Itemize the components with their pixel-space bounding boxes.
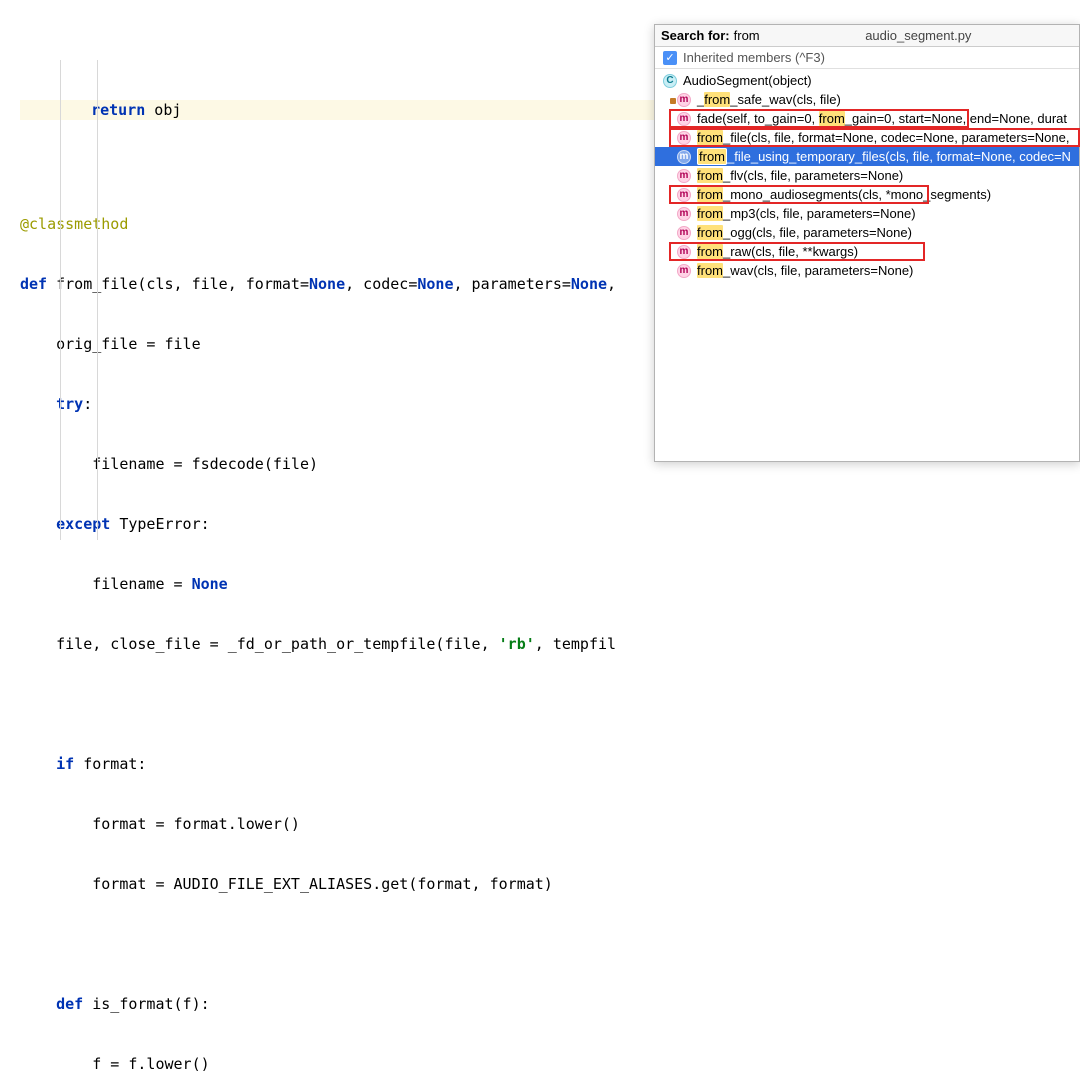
inherited-members-label: Inherited members (^F3): [683, 50, 825, 65]
method-icon: m: [677, 112, 691, 126]
popup-filename: audio_segment.py: [764, 28, 1073, 43]
result-label: AudioSegment(object): [683, 73, 812, 88]
inherited-members-row[interactable]: ✓ Inherited members (^F3): [655, 47, 1079, 69]
code-line: filename = None: [20, 574, 1080, 594]
method-icon: m: [677, 226, 691, 240]
popup-header: Search for: from audio_segment.py: [655, 25, 1079, 47]
structure-popup: Search for: from audio_segment.py ✓ Inhe…: [654, 24, 1080, 462]
code-line: except TypeError:: [20, 514, 1080, 534]
result-method[interactable]: m from_mono_audiosegments(cls, *mono_segm…: [655, 185, 1079, 204]
result-label: from_mp3(cls, file, parameters=None): [697, 206, 916, 221]
result-method[interactable]: m from_file_using_temporary_files(cls, fi…: [655, 147, 1079, 166]
code-line: format = format.lower(): [20, 814, 1080, 834]
result-label: from_mono_audiosegments(cls, *mono_segme…: [697, 187, 991, 202]
result-class[interactable]: C AudioSegment(object): [655, 71, 1079, 90]
result-method[interactable]: m from_raw(cls, file, **kwargs): [655, 242, 1079, 261]
class-icon: C: [663, 74, 677, 88]
search-term: from: [734, 28, 760, 43]
code-line: if format:: [20, 754, 1080, 774]
result-method[interactable]: m from_mp3(cls, file, parameters=None): [655, 204, 1079, 223]
search-for-label: Search for:: [661, 28, 730, 43]
method-icon: m: [677, 93, 691, 107]
result-label: from_flv(cls, file, parameters=None): [697, 168, 903, 183]
method-icon: m: [677, 245, 691, 259]
method-icon: m: [677, 131, 691, 145]
result-label: fade(self, to_gain=0, from_gain=0, start…: [697, 111, 1067, 126]
checkbox-checked-icon[interactable]: ✓: [663, 51, 677, 65]
result-label: from_file(cls, file, format=None, codec=…: [697, 130, 1069, 145]
result-label: from_ogg(cls, file, parameters=None): [697, 225, 912, 240]
result-label: from_raw(cls, file, **kwargs): [697, 244, 858, 259]
result-method[interactable]: m from_file(cls, file, format=None, codec…: [655, 128, 1079, 147]
result-label: from_wav(cls, file, parameters=None): [697, 263, 913, 278]
method-icon: m: [677, 264, 691, 278]
method-icon: m: [677, 150, 691, 164]
result-method[interactable]: m fade(self, to_gain=0, from_gain=0, star…: [655, 109, 1079, 128]
code-line: format = AUDIO_FILE_EXT_ALIASES.get(form…: [20, 874, 1080, 894]
result-label: from_file_using_temporary_files(cls, fil…: [697, 149, 1071, 164]
code-line: f = f.lower(): [20, 1054, 1080, 1074]
popup-results: C AudioSegment(object) m _from_safe_wav(c…: [655, 69, 1079, 282]
method-icon: m: [677, 169, 691, 183]
method-icon: m: [677, 188, 691, 202]
result-method[interactable]: m _from_safe_wav(cls, file): [655, 90, 1079, 109]
result-method[interactable]: m from_wav(cls, file, parameters=None): [655, 261, 1079, 280]
method-icon: m: [677, 207, 691, 221]
result-label: _from_safe_wav(cls, file): [697, 92, 841, 107]
result-method[interactable]: m from_flv(cls, file, parameters=None): [655, 166, 1079, 185]
code-line: file, close_file = _fd_or_path_or_tempfi…: [20, 634, 1080, 654]
code-line: def is_format(f):: [20, 994, 1080, 1014]
result-method[interactable]: m from_ogg(cls, file, parameters=None): [655, 223, 1079, 242]
